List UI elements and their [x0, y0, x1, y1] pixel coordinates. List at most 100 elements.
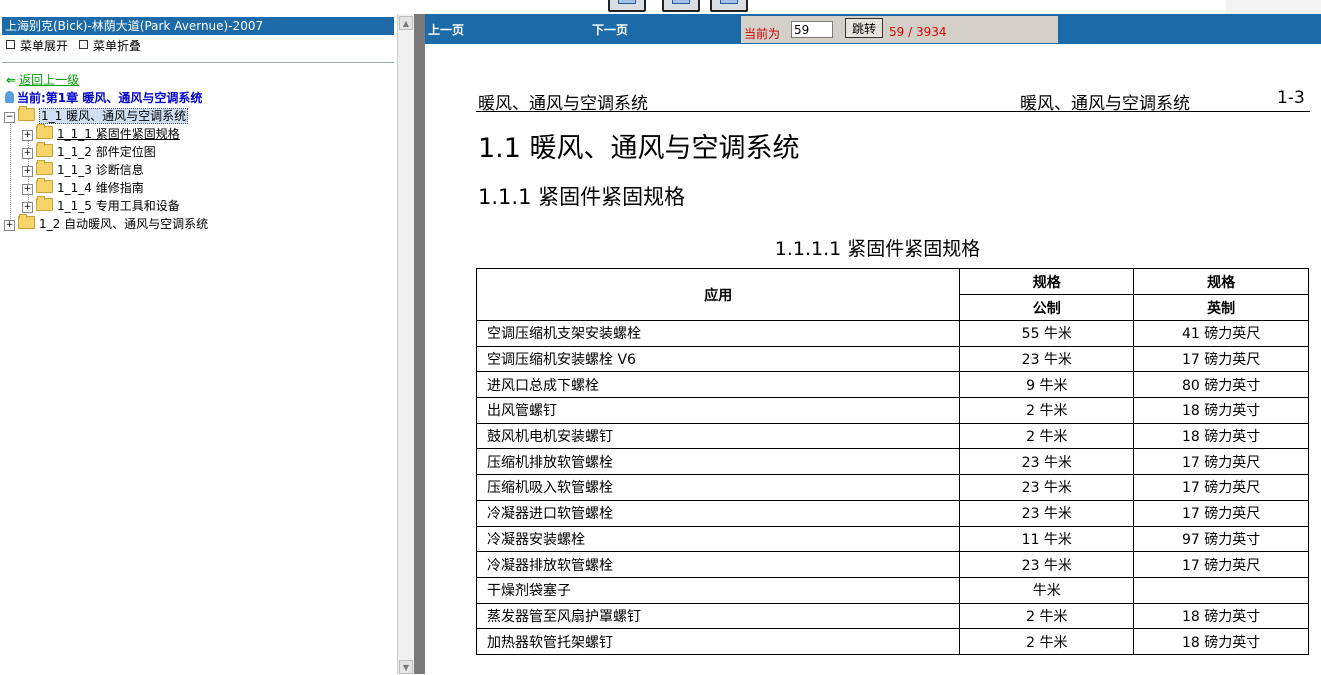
table-title: 1.1.1.1 紧固件紧固规格 — [774, 238, 981, 260]
cell-application: 干燥剂袋塞子 — [475, 576, 961, 604]
column-header-metric: 公制 — [959, 294, 1135, 321]
cell-metric: 2 牛米 — [959, 602, 1135, 630]
folder-icon — [36, 196, 53, 211]
tree-item-1-1[interactable]: − 1_1 暖风、通风与空调系统 — [4, 106, 189, 125]
column-header-spec: 规格 — [959, 268, 1135, 295]
cell-application: 冷凝器安装螺栓 — [475, 525, 961, 553]
current-chapter: 当前:第1章 暖风、通风与空调系统 — [5, 89, 202, 106]
folder-icon — [36, 142, 53, 157]
cell-application: 鼓风机电机安装螺钉 — [475, 422, 961, 450]
cell-imperial: 17 磅力英尺 — [1133, 474, 1309, 501]
column-header-imperial: 英制 — [1133, 294, 1309, 321]
folder-icon — [18, 214, 35, 229]
tree-item-1-1-5[interactable]: +1_1_5 专用工具和设备 — [22, 196, 180, 215]
cell-imperial: 17 磅力英尺 — [1133, 345, 1309, 373]
cell-metric: 2 牛米 — [959, 422, 1135, 450]
cell-imperial: 18 磅力英寸 — [1133, 422, 1309, 450]
section-title: 1.1 暖风、通风与空调系统 — [478, 133, 800, 164]
header-rule — [476, 111, 1310, 112]
divider — [2, 62, 394, 63]
expand-toggle-icon[interactable]: + — [22, 148, 33, 159]
column-header-application: 应用 — [475, 268, 961, 321]
bulb-icon — [5, 91, 14, 103]
table-row: 空调压缩机支架安装螺栓 55 牛米 41 磅力英尺 — [475, 320, 1309, 347]
current-chapter-label: 当前:第1章 暖风、通风与空调系统 — [17, 91, 203, 105]
cell-imperial: 18 磅力英寸 — [1133, 602, 1309, 630]
table-row: 压缩机排放软管螺栓 23 牛米 17 磅力英尺 — [475, 448, 1309, 476]
back-arrow-icon: ⇐ — [6, 73, 17, 87]
table-header-row: 应用 规格 规格 — [475, 268, 1309, 321]
cell-application: 冷凝器进口软管螺栓 — [475, 499, 961, 527]
cell-application: 冷凝器排放软管螺栓 — [475, 551, 961, 578]
cell-imperial: 18 磅力英寸 — [1133, 397, 1309, 424]
folder-icon — [36, 124, 53, 139]
expand-toggle-icon[interactable]: + — [22, 166, 33, 177]
cell-imperial: 41 磅力英尺 — [1133, 320, 1309, 347]
menu-collapse-label: 菜单折叠 — [93, 39, 142, 53]
cell-application: 加热器软管托架螺钉 — [475, 628, 961, 655]
tree-item-label: 1_1 暖风、通风与空调系统 — [39, 108, 189, 124]
left-pane: 上海别克(Bick)-林荫大道(Park Avernue)-2007 菜单展开 … — [0, 14, 396, 674]
toolbar-button-2[interactable] — [662, 0, 700, 12]
toolbar-button-3[interactable] — [710, 0, 748, 12]
tree-item-label: 1_2 自动暖风、通风与空调系统 — [39, 217, 209, 231]
table-row: 出风管螺钉 2 牛米 18 磅力英寸 — [475, 397, 1309, 424]
cell-metric: 23 牛米 — [959, 499, 1135, 527]
table-row: 鼓风机电机安装螺钉 2 牛米 18 磅力英寸 — [475, 422, 1309, 450]
collapse-icon — [79, 40, 88, 49]
jump-button[interactable]: 跳转 — [845, 18, 883, 38]
tree-item-1-1-1[interactable]: +1_1_1 紧固件紧固规格 — [22, 124, 180, 143]
page-number: 1-3 — [1277, 88, 1305, 108]
next-page-link[interactable]: 下一页 — [592, 21, 628, 38]
folder-open-icon — [18, 106, 35, 121]
cell-application: 进风口总成下螺栓 — [475, 371, 961, 399]
tree-item-1-1-4[interactable]: +1_1_4 维修指南 — [22, 178, 144, 197]
column-header-spec: 规格 — [1133, 268, 1309, 295]
left-scrollbar[interactable]: ▲ ▼ — [397, 14, 414, 674]
tree-item-label: 1_1_2 部件定位图 — [57, 145, 156, 159]
menu-expand-label: 菜单展开 — [20, 39, 69, 53]
cell-imperial: 17 磅力英尺 — [1133, 499, 1309, 527]
cell-application: 出风管螺钉 — [475, 397, 961, 424]
scroll-down-arrow-icon[interactable]: ▼ — [399, 660, 413, 674]
page-nav-bar: 上一页 下一页 当前为 跳转 59 / 3934 — [425, 14, 1321, 44]
top-toolbar — [0, 0, 1321, 14]
cell-metric: 55 牛米 — [959, 320, 1135, 347]
cell-metric: 23 牛米 — [959, 474, 1135, 501]
cell-metric: 9 牛米 — [959, 371, 1135, 399]
menu-expand-button[interactable]: 菜单展开 — [6, 38, 68, 54]
cell-imperial: 17 磅力英尺 — [1133, 551, 1309, 578]
prev-page-link[interactable]: 上一页 — [428, 21, 464, 38]
toolbar-button-1[interactable] — [608, 0, 646, 12]
table-row: 蒸发器管至风扇护罩螺钉 2 牛米 18 磅力英寸 — [475, 602, 1309, 630]
pane-divider[interactable] — [414, 14, 425, 674]
table-row: 干燥剂袋塞子 牛米 — [475, 576, 1309, 604]
expand-toggle-icon[interactable]: + — [22, 184, 33, 195]
table-row: 冷凝器安装螺栓 11 牛米 97 磅力英寸 — [475, 525, 1309, 553]
tree-item-1-2[interactable]: +1_2 自动暖风、通风与空调系统 — [4, 214, 209, 233]
fastener-spec-table: 应用 规格 规格 公制 英制 空调压缩机支架安装螺栓 55 牛米 41 磅力英尺 空调… — [475, 268, 1309, 655]
tree-item-1-1-3[interactable]: +1_1_3 诊断信息 — [22, 160, 144, 179]
tree-guide-line — [10, 121, 11, 229]
expand-toggle-icon[interactable]: + — [22, 130, 33, 141]
page-count: 59 / 3934 — [889, 25, 947, 39]
back-link[interactable]: ⇐ 返回上一级 — [6, 71, 79, 88]
scroll-up-arrow-icon[interactable]: ▲ — [399, 16, 413, 30]
cell-metric: 2 牛米 — [959, 397, 1135, 424]
vehicle-title: 上海别克(Bick)-林荫大道(Park Avernue)-2007 — [2, 17, 394, 35]
folder-icon — [36, 178, 53, 193]
table-row: 加热器软管托架螺钉 2 牛米 18 磅力英寸 — [475, 628, 1309, 655]
table-body: 空调压缩机支架安装螺栓 55 牛米 41 磅力英尺 空调压缩机安装螺栓 V6 23 牛米… — [475, 320, 1309, 655]
cell-imperial: 80 磅力英寸 — [1133, 371, 1309, 399]
page-number-input[interactable] — [791, 21, 833, 38]
document-page: 暖风、通风与空调系统 暖风、通风与空调系统 1-3 1.1 暖风、通风与空调系统… — [425, 44, 1321, 674]
table-row: 进风口总成下螺栓 9 牛米 80 磅力英寸 — [475, 371, 1309, 399]
collapse-toggle-icon[interactable]: − — [4, 112, 15, 123]
tree-item-1-1-2[interactable]: +1_1_2 部件定位图 — [22, 142, 156, 161]
expand-toggle-icon[interactable]: + — [22, 202, 33, 213]
table-row: 压缩机吸入软管螺栓 23 牛米 17 磅力英尺 — [475, 474, 1309, 501]
cell-imperial: 97 磅力英寸 — [1133, 525, 1309, 553]
expand-toggle-icon[interactable]: + — [4, 220, 15, 231]
menu-collapse-button[interactable]: 菜单折叠 — [79, 38, 141, 54]
cell-application: 空调压缩机支架安装螺栓 — [475, 320, 961, 347]
